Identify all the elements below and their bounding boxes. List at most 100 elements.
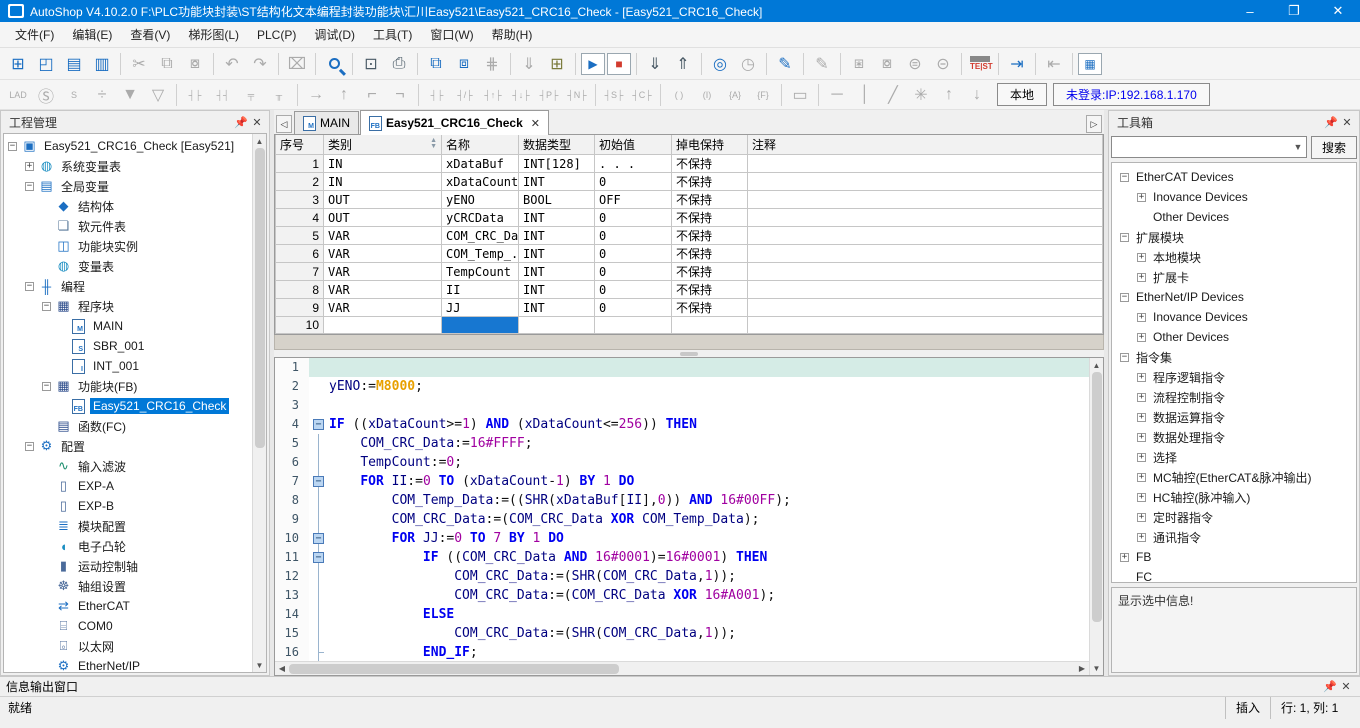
expand-icon[interactable]: +: [25, 162, 34, 171]
toolbox-tree-item-9[interactable]: −指令集: [1118, 347, 1356, 367]
project-tree-item-8[interactable]: −▦程序块: [6, 296, 252, 316]
monitor-icon[interactable]: ◎: [707, 51, 733, 77]
coil-out-icon[interactable]: ( ): [666, 82, 692, 108]
edit-doc-icon[interactable]: ✎: [809, 51, 835, 77]
close-button[interactable]: ✕: [1316, 0, 1360, 22]
st-mode-boxed-icon[interactable]: Ⓢ: [33, 82, 59, 108]
scroll-down-icon[interactable]: ▼: [1090, 661, 1104, 675]
cell-comment[interactable]: [748, 191, 1103, 209]
menu-item-7[interactable]: 窗口(W): [421, 22, 482, 47]
insert-down-icon[interactable]: ▼: [117, 82, 143, 108]
fold-collapse-icon[interactable]: −: [313, 533, 324, 544]
logout-icon[interactable]: ⇤: [1041, 51, 1067, 77]
del-all-icon[interactable]: ✳: [908, 82, 934, 108]
paste-icon[interactable]: ⧇: [182, 51, 208, 77]
column-header-2[interactable]: 名称: [442, 135, 519, 155]
project-tree-item-17[interactable]: ▯EXP-A: [6, 476, 252, 496]
stop-icon[interactable]: ■: [607, 53, 631, 75]
project-tree-item-23[interactable]: ⇄EtherCAT: [6, 596, 252, 616]
del-line-icon[interactable]: ╱: [880, 82, 906, 108]
scroll-left-icon[interactable]: ◀: [275, 664, 289, 673]
collapse-icon[interactable]: −: [1120, 293, 1129, 302]
line-corner2-icon[interactable]: ⌐: [387, 82, 413, 108]
cell-rownum[interactable]: 8: [276, 281, 324, 299]
save-icon[interactable]: ▤: [61, 51, 87, 77]
contact-no-icon[interactable]: ┤├: [424, 82, 450, 108]
expand-icon[interactable]: +: [1120, 553, 1129, 562]
toolbox-tree-item-11[interactable]: +流程控制指令: [1118, 387, 1356, 407]
cell-cat[interactable]: VAR: [324, 245, 442, 263]
cell-name[interactable]: II: [442, 281, 519, 299]
code-line-4[interactable]: 4−IF ((xDataCount>=1) AND (xDataCount<=2…: [275, 415, 1089, 434]
toolbox-tree-item-7[interactable]: +Inovance Devices: [1118, 307, 1356, 327]
cell-rownum[interactable]: 5: [276, 227, 324, 245]
table-row[interactable]: 5VARCOM_CRC_DataINT0不保持: [276, 227, 1103, 245]
block-f-icon[interactable]: {F}: [750, 82, 776, 108]
cell-comment[interactable]: [748, 299, 1103, 317]
menu-item-3[interactable]: 梯形图(L): [179, 22, 248, 47]
pin-icon[interactable]: 📌: [1322, 679, 1338, 695]
cell-type[interactable]: INT: [519, 173, 595, 191]
align-v-icon[interactable]: ⊝: [930, 51, 956, 77]
verify-icon[interactable]: ⇓: [516, 51, 542, 77]
cell-retain[interactable]: 不保持: [672, 209, 748, 227]
branch-close-icon[interactable]: ┤┤: [210, 82, 236, 108]
hline-icon[interactable]: ─: [824, 82, 850, 108]
cell-cat[interactable]: VAR: [324, 263, 442, 281]
menu-item-1[interactable]: 编辑(E): [63, 22, 121, 47]
tab-close-icon[interactable]: ✕: [531, 117, 540, 130]
project-tree-item-9[interactable]: MMAIN: [6, 316, 252, 336]
project-tree-item-22[interactable]: ☸轴组设置: [6, 576, 252, 596]
collapse-icon[interactable]: −: [1120, 233, 1129, 242]
code-line-11[interactable]: 11− IF ((COM_CRC_Data AND 16#0001)=16#00…: [275, 548, 1089, 567]
cell-comment[interactable]: [748, 209, 1103, 227]
toolbox-tree-item-12[interactable]: +数据运算指令: [1118, 407, 1356, 427]
cell-retain[interactable]: [672, 317, 748, 334]
cell-cat[interactable]: VAR: [324, 281, 442, 299]
project-tree-item-10[interactable]: SSBR_001: [6, 336, 252, 356]
login-icon[interactable]: ⇥: [1004, 51, 1030, 77]
code-line-10[interactable]: 10− FOR JJ:=0 TO 7 BY 1 DO: [275, 529, 1089, 548]
rung-up-icon[interactable]: ╤: [238, 82, 264, 108]
code-line-6[interactable]: 6 TempCount:=0;: [275, 453, 1089, 472]
toolbox-search-button[interactable]: 搜索: [1311, 136, 1357, 159]
menu-item-0[interactable]: 文件(F): [6, 22, 63, 47]
project-tree-item-7[interactable]: −╫编程: [6, 276, 252, 296]
code-line-2[interactable]: 2yENO:=M8000;: [275, 377, 1089, 396]
cell-init[interactable]: . . .: [595, 155, 672, 173]
project-tree-item-20[interactable]: ◖电子凸轮: [6, 536, 252, 556]
local-mode-button[interactable]: 本地: [997, 83, 1047, 106]
cell-cat[interactable]: VAR: [324, 299, 442, 317]
restore-button[interactable]: ❐: [1272, 0, 1316, 22]
toolbox-tree-item-13[interactable]: +数据处理指令: [1118, 427, 1356, 447]
column-header-4[interactable]: 初始值: [595, 135, 672, 155]
column-header-6[interactable]: 注释: [748, 135, 1103, 155]
expand-icon[interactable]: +: [1137, 513, 1146, 522]
print-preview-icon[interactable]: ⊡: [358, 51, 384, 77]
collapse-icon[interactable]: −: [42, 302, 51, 311]
scroll-up-icon[interactable]: ▲: [1090, 358, 1104, 372]
project-tree-item-19[interactable]: ≣模块配置: [6, 516, 252, 536]
cell-init[interactable]: 0: [595, 263, 672, 281]
pin-icon[interactable]: 📌: [1323, 114, 1339, 130]
cell-type[interactable]: INT: [519, 299, 595, 317]
cell-comment[interactable]: [748, 317, 1103, 334]
upload-plc-icon[interactable]: ⇑: [670, 51, 696, 77]
expand-icon[interactable]: +: [1137, 193, 1146, 202]
cell-retain[interactable]: 不保持: [672, 191, 748, 209]
run-icon[interactable]: ▶: [581, 53, 605, 75]
cell-comment[interactable]: [748, 227, 1103, 245]
cell-retain[interactable]: 不保持: [672, 155, 748, 173]
line-right-icon[interactable]: →: [303, 82, 329, 108]
contact-fall-icon[interactable]: ┤N├: [564, 82, 590, 108]
cell-rownum[interactable]: 2: [276, 173, 324, 191]
cell-init[interactable]: 0: [595, 173, 672, 191]
cell-comment[interactable]: [748, 281, 1103, 299]
vline-icon[interactable]: │: [852, 82, 878, 108]
toolbox-tree-item-2[interactable]: Other Devices: [1118, 207, 1356, 227]
st-code-editor[interactable]: 12yENO:=M8000;34−IF ((xDataCount>=1) AND…: [274, 357, 1104, 676]
line-up-icon[interactable]: ↑: [331, 82, 357, 108]
code-line-7[interactable]: 7− FOR II:=0 TO (xDataCount-1) BY 1 DO: [275, 472, 1089, 491]
cell-cat[interactable]: VAR: [324, 227, 442, 245]
expand-icon[interactable]: +: [1137, 273, 1146, 282]
